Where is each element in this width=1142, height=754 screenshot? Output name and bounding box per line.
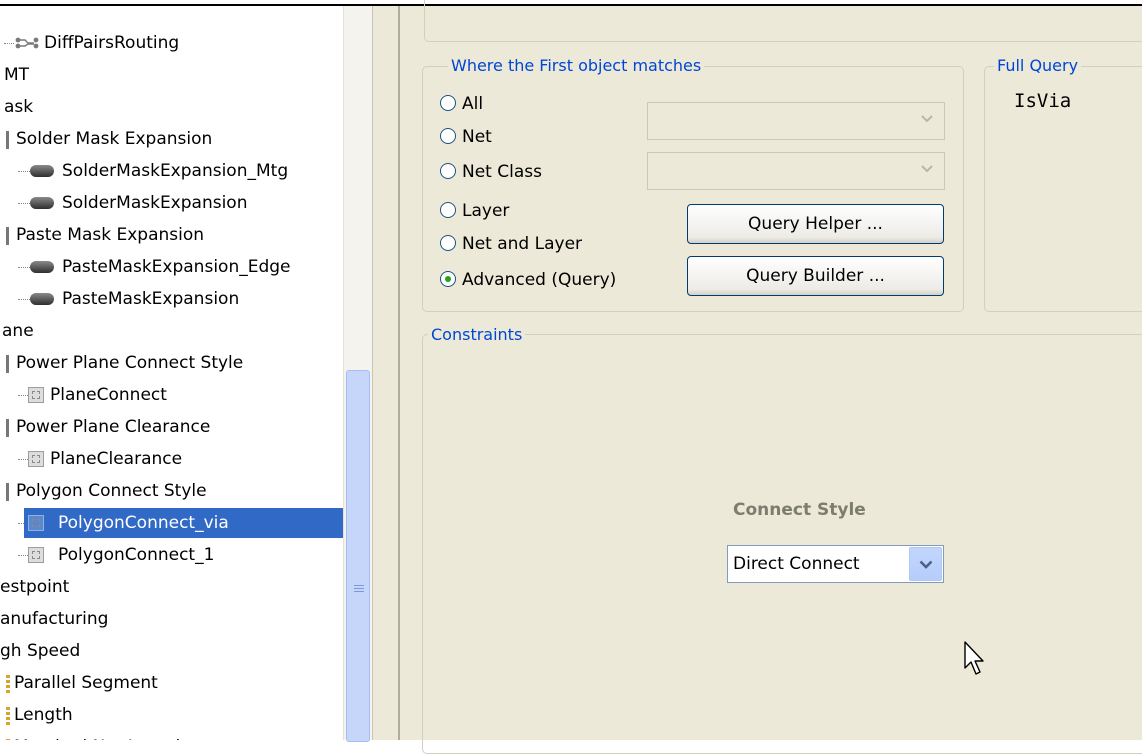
tree-item-soldermaskexpansion-mtg[interactable]: SolderMaskExpansion_Mtg	[0, 156, 340, 186]
tree-item-mask[interactable]: ask	[0, 92, 340, 122]
scrollbar-thumb[interactable]	[346, 370, 370, 742]
combo-dropdown-button[interactable]	[914, 105, 942, 137]
rule-editor-panel: Where the First object matches All Net N…	[400, 0, 1142, 754]
tree-item-label: DiffPairsRouting	[44, 33, 180, 53]
tree-item-solder-mask-expansion[interactable]: Solder Mask Expansion	[0, 124, 340, 154]
tree-item-label: PolygonConnect_via	[58, 513, 229, 533]
constraints-groupbox	[422, 334, 1142, 754]
rule-tree[interactable]: DiffPairsRouting MT ask Solder Mask Expa…	[0, 6, 372, 740]
tree-item-pastemaskexpansion[interactable]: PasteMaskExpansion	[0, 284, 340, 314]
tree-item-polygon-connect-style[interactable]: Polygon Connect Style	[0, 476, 340, 506]
radio-label: Layer	[462, 201, 510, 221]
combo-dropdown-button[interactable]	[914, 155, 942, 187]
tree-item-matched-net-lengths[interactable]: Matched Net Lengths	[0, 732, 340, 740]
plane-rule-icon	[28, 451, 44, 467]
connect-style-select[interactable]: Direct Connect	[727, 545, 944, 583]
highspeed-rule-icon	[6, 707, 10, 725]
netclass-combo[interactable]	[647, 152, 945, 190]
tree-item-label: SolderMaskExpansion	[62, 193, 248, 213]
mask-rule-icon	[30, 293, 54, 305]
rule-category-icon	[6, 131, 9, 149]
radio-circle-icon	[440, 95, 456, 111]
tree-item-manufacturing[interactable]: anufacturing	[0, 604, 340, 634]
tree-item-label: PasteMaskExpansion	[62, 289, 240, 309]
tree-item-polygonconnect-via[interactable]: PolygonConnect_via	[0, 508, 343, 538]
rule-category-icon	[6, 483, 9, 501]
tree-item-label: Power Plane Clearance	[16, 417, 211, 437]
tree-item-high-speed[interactable]: gh Speed	[0, 636, 340, 666]
tree-item-label: PasteMaskExpansion_Edge	[62, 257, 291, 277]
tree-item-power-plane-connect-style[interactable]: Power Plane Connect Style	[0, 348, 340, 378]
radio-circle-icon	[440, 163, 456, 179]
radio-checked-icon	[440, 271, 456, 287]
radio-circle-icon	[440, 128, 456, 144]
name-groupbox	[424, 0, 1142, 42]
connect-style-value: Direct Connect	[733, 554, 860, 574]
where-legend: Where the First object matches	[448, 57, 705, 75]
splitter-gutter	[376, 6, 398, 740]
tree-item-planeclearance[interactable]: PlaneClearance	[0, 444, 340, 474]
tree-item-label: Matched Net Lengths	[14, 732, 195, 740]
mask-rule-icon	[30, 261, 54, 273]
constraints-legend: Constraints	[428, 326, 526, 344]
radio-label: Net	[462, 127, 492, 147]
rule-category-icon	[6, 419, 9, 437]
tree-item-pastemaskexpansion-edge[interactable]: PasteMaskExpansion_Edge	[0, 252, 340, 282]
plane-rule-icon	[28, 547, 44, 563]
chevron-down-icon	[921, 165, 933, 172]
tree-item-label: anufacturing	[0, 609, 109, 629]
tree-item-label: gh Speed	[0, 641, 81, 661]
chevron-down-icon	[919, 560, 933, 569]
chevron-down-icon	[921, 115, 933, 122]
rule-category-icon	[6, 355, 9, 373]
tree-item-paste-mask-expansion[interactable]: Paste Mask Expansion	[0, 220, 340, 250]
tree-item-label: PlaneConnect	[50, 385, 167, 405]
net-combo[interactable]	[647, 102, 945, 140]
radio-circle-icon	[440, 202, 456, 218]
tree-item-label: Power Plane Connect Style	[16, 353, 244, 373]
tree-item-label: estpoint	[0, 577, 70, 597]
tree-item-label: ask	[4, 97, 34, 117]
tree-item-label: Length	[14, 705, 73, 725]
mouse-pointer-icon	[964, 641, 984, 675]
radio-circle-icon	[440, 235, 456, 251]
tree-item-label: ane	[2, 321, 34, 341]
mask-rule-icon	[30, 165, 54, 177]
tree-item-label: MT	[4, 65, 30, 85]
tree-item-label: Paste Mask Expansion	[16, 225, 205, 245]
tree-item-planeconnect[interactable]: PlaneConnect	[0, 380, 340, 410]
tree-item-label: SolderMaskExpansion_Mtg	[62, 161, 289, 181]
tree-item-label: PolygonConnect_1	[58, 545, 215, 565]
tree-item-smt[interactable]: MT	[0, 60, 340, 90]
query-builder-button[interactable]: Query Builder ...	[687, 256, 944, 296]
tree-item-soldermaskexpansion[interactable]: SolderMaskExpansion	[0, 188, 340, 218]
tree-item-label: Solder Mask Expansion	[16, 129, 213, 149]
radio-label: Advanced (Query)	[462, 270, 617, 290]
plane-rule-icon	[28, 515, 44, 531]
tree-item-parallel-segment[interactable]: Parallel Segment	[0, 668, 340, 698]
radio-label: All	[462, 94, 484, 114]
tree-item-polygonconnect-1[interactable]: PolygonConnect_1	[0, 540, 340, 570]
highspeed-rule-icon	[6, 675, 10, 693]
tree-item-testpoint[interactable]: estpoint	[0, 572, 340, 602]
full-query-text[interactable]: IsVia	[1014, 90, 1071, 112]
rule-category-icon	[6, 227, 9, 245]
plane-rule-icon	[28, 387, 44, 403]
connect-style-title: Connect Style	[733, 500, 866, 520]
tree-item-length[interactable]: Length	[0, 700, 340, 730]
tree-item-plane[interactable]: ane	[0, 316, 340, 346]
tree-item-label: PlaneClearance	[50, 449, 183, 469]
tree-item-diffpairsrouting[interactable]: DiffPairsRouting	[0, 28, 340, 58]
tree-item-label: Polygon Connect Style	[16, 481, 207, 501]
mask-rule-icon	[30, 197, 54, 209]
connect-style-dropdown-button[interactable]	[909, 547, 942, 581]
radio-label: Net Class	[462, 162, 542, 182]
tree-item-power-plane-clearance[interactable]: Power Plane Clearance	[0, 412, 340, 442]
query-helper-button[interactable]: Query Helper ...	[687, 204, 944, 244]
full-query-legend: Full Query	[994, 57, 1082, 75]
tree-scrollbar[interactable]	[343, 6, 373, 742]
radio-label: Net and Layer	[462, 234, 583, 254]
tree-item-label: Parallel Segment	[14, 673, 158, 693]
diffpair-route-icon	[15, 37, 39, 49]
